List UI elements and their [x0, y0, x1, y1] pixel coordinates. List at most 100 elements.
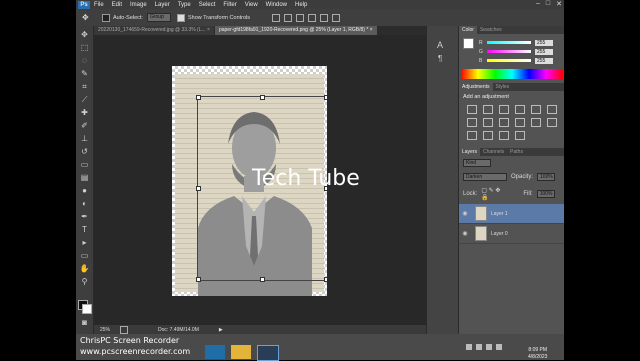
show-transform-checkbox[interactable] — [176, 13, 185, 22]
tab-color[interactable]: Color — [459, 26, 477, 34]
color-spectrum[interactable] — [461, 69, 563, 79]
pen-tool[interactable]: ✒ — [79, 212, 90, 222]
tab-paths[interactable]: Paths — [507, 148, 526, 156]
tab-adjustments[interactable]: Adjustments — [459, 83, 493, 91]
transform-handle-tl[interactable] — [196, 95, 201, 100]
type-tool[interactable]: T — [79, 225, 90, 235]
transform-handle-br[interactable] — [324, 277, 327, 282]
lock-icon[interactable]: ▢ ✎ ✥ 🔒 — [481, 187, 505, 201]
eraser-tool[interactable]: ▭ — [79, 160, 90, 170]
menu-edit[interactable]: Edit — [112, 2, 122, 8]
align-top-icon[interactable] — [272, 13, 281, 22]
fill-input[interactable]: 100% — [536, 190, 555, 198]
value-r[interactable]: 255 — [535, 39, 553, 46]
posterize-icon[interactable] — [467, 131, 477, 140]
visibility-eye-icon[interactable]: ◉ — [459, 230, 471, 237]
path-select-tool[interactable]: ▸ — [79, 238, 90, 248]
menu-view[interactable]: View — [245, 2, 258, 8]
healing-tool[interactable]: ✚ — [79, 108, 90, 118]
background-color-swatch[interactable] — [82, 304, 92, 314]
quick-mask-icon[interactable]: ◙ — [79, 318, 90, 328]
hand-tool[interactable]: ✋ — [79, 264, 90, 274]
transform-handle-l[interactable] — [196, 186, 201, 191]
transform-handle-t[interactable] — [260, 95, 265, 100]
menu-file[interactable]: File — [94, 2, 104, 8]
explorer-taskbar-icon[interactable] — [231, 345, 251, 359]
tab-channels[interactable]: Channels — [480, 148, 507, 156]
tab-document-1[interactable]: 20220130_174659-Recovered.jpg @ 33.3% (L… — [94, 26, 214, 35]
layer-name[interactable]: Layer 1 — [491, 211, 508, 217]
value-g[interactable]: 255 — [535, 48, 553, 55]
quick-select-tool[interactable]: ✎ — [79, 69, 90, 79]
taskbar-clock[interactable]: 8:09 PM 4/8/2023 — [528, 347, 547, 361]
align-bottom-icon[interactable] — [296, 13, 305, 22]
kind-filter[interactable]: Kind — [463, 159, 491, 167]
marquee-tool[interactable]: ⬚ — [79, 43, 90, 53]
color-fg-swatch[interactable] — [463, 38, 474, 49]
align-left-icon[interactable] — [308, 13, 317, 22]
tray-flag-icon[interactable] — [466, 344, 472, 350]
opacity-input[interactable]: 100% — [537, 173, 556, 181]
value-b[interactable]: 255 — [535, 57, 553, 64]
brush-tool[interactable]: ✐ — [79, 121, 90, 131]
slider-g[interactable] — [487, 50, 531, 53]
history-brush-tool[interactable]: ↺ — [79, 147, 90, 157]
photoshop-taskbar-icon[interactable] — [257, 345, 279, 361]
lasso-tool[interactable]: ◌ — [79, 56, 90, 66]
crop-tool[interactable]: ⌗ — [79, 82, 90, 92]
exposure-icon[interactable] — [515, 105, 525, 114]
tab-swatches[interactable]: Swatches — [477, 26, 505, 34]
close-button[interactable]: ✕ — [556, 0, 562, 8]
gradient-tool[interactable]: ▤ — [79, 173, 90, 183]
invert-icon[interactable] — [547, 118, 557, 127]
threshold-icon[interactable] — [483, 131, 493, 140]
tab-document-2[interactable]: paper-gfd198fa91_1920-Recovered.png @ 25… — [214, 26, 377, 35]
channel-mixer-icon[interactable] — [515, 118, 525, 127]
ie-taskbar-icon[interactable] — [205, 345, 225, 359]
gradient-map-icon[interactable] — [499, 131, 509, 140]
minimize-button[interactable]: – — [536, 0, 540, 8]
zoom-tool[interactable]: ⚲ — [79, 277, 90, 287]
menu-select[interactable]: Select — [199, 2, 216, 8]
align-vcenter-icon[interactable] — [284, 13, 293, 22]
eyedropper-tool[interactable]: ⟋ — [79, 95, 90, 105]
auto-select-checkbox[interactable] — [102, 13, 110, 22]
layer-row-0[interactable]: ◉ Layer 0 — [459, 224, 564, 244]
curves-icon[interactable] — [499, 105, 509, 114]
brightness-icon[interactable] — [467, 105, 477, 114]
color-balance-icon[interactable] — [467, 118, 477, 127]
visibility-eye-icon[interactable]: ◉ — [459, 210, 471, 217]
menu-image[interactable]: Image — [130, 2, 147, 8]
menu-layer[interactable]: Layer — [155, 2, 170, 8]
menu-filter[interactable]: Filter — [223, 2, 236, 8]
menu-window[interactable]: Window — [266, 2, 287, 8]
layer-row-1[interactable]: ◉ Layer 1 — [459, 204, 564, 224]
move-tool-icon[interactable]: ✥ — [82, 13, 96, 23]
clone-stamp-tool[interactable]: ⊥ — [79, 134, 90, 144]
status-icon[interactable] — [120, 325, 129, 334]
tab-layers[interactable]: Layers — [459, 148, 481, 156]
blend-mode-select[interactable]: Darken — [463, 173, 507, 181]
shape-tool[interactable]: ▭ — [79, 251, 90, 261]
tray-network-icon[interactable] — [476, 344, 482, 350]
tray-speaker-icon[interactable] — [486, 344, 492, 350]
menu-help[interactable]: Help — [295, 2, 307, 8]
transform-handle-bl[interactable] — [196, 277, 201, 282]
tray-power-icon[interactable] — [496, 344, 502, 350]
maximize-button[interactable]: □ — [546, 0, 550, 8]
black-white-icon[interactable] — [483, 118, 493, 127]
layer-name[interactable]: Layer 0 — [491, 231, 508, 237]
vibrance-icon[interactable] — [531, 105, 541, 114]
align-right-icon[interactable] — [332, 13, 341, 22]
align-hcenter-icon[interactable] — [320, 13, 329, 22]
paragraph-panel-icon[interactable]: ¶ — [438, 54, 442, 63]
transform-handle-b[interactable] — [260, 277, 265, 282]
color-lookup-icon[interactable] — [531, 118, 541, 127]
photo-filter-icon[interactable] — [499, 118, 509, 127]
tab-styles[interactable]: Styles — [493, 83, 513, 91]
levels-icon[interactable] — [483, 105, 493, 114]
status-arrow-icon[interactable]: ▶ — [219, 327, 223, 333]
slider-b[interactable] — [487, 59, 531, 62]
selective-color-icon[interactable] — [515, 131, 525, 140]
zoom-level[interactable]: 25% — [100, 327, 110, 333]
